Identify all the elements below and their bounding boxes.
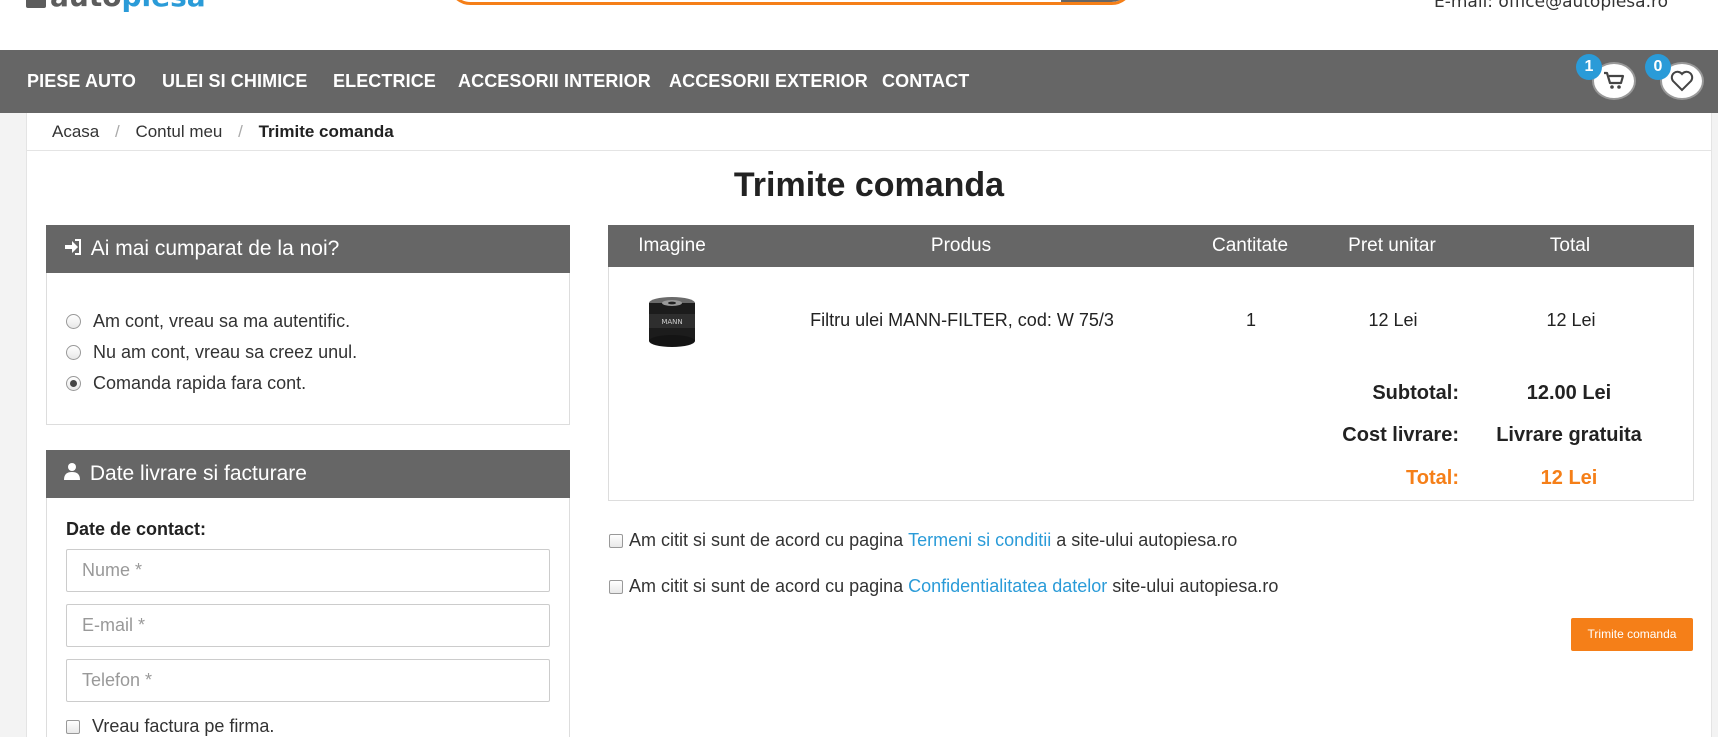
- terms-agreement: Am citit si sunt de acord cu pagina Term…: [609, 530, 1237, 551]
- privacy-text-suffix: site-ului autopiesa.ro: [1107, 576, 1279, 596]
- breadcrumb-separator: /: [114, 122, 120, 141]
- breadcrumb-home[interactable]: Acasa: [52, 122, 99, 141]
- order-summary: Imagine Produs Cantitate Pret unitar Tot…: [608, 225, 1694, 501]
- breadcrumb-account[interactable]: Contul meu: [135, 122, 222, 141]
- logo-text-piesa: piesa: [121, 0, 205, 11]
- nav-item-contact[interactable]: CONTACT: [882, 50, 969, 113]
- company-invoice-checkbox[interactable]: [66, 719, 80, 734]
- delivery-panel-title: Date livrare si facturare: [89, 462, 307, 485]
- radio-option-guest[interactable]: Comanda rapida fara cont.: [47, 368, 569, 399]
- site-logo[interactable]: autopiesa: [26, 0, 206, 11]
- product-total: 12 Lei: [1546, 310, 1596, 330]
- order-table-header: Imagine Produs Cantitate Pret unitar Tot…: [608, 225, 1694, 267]
- column-header-unit-price: Pret unitar: [1348, 235, 1436, 256]
- search-button[interactable]: [1061, 0, 1131, 2]
- product-image[interactable]: MANN: [646, 294, 698, 352]
- cart-count-badge: 1: [1576, 54, 1602, 80]
- search-bar[interactable]: [448, 0, 1134, 5]
- terms-text-suffix: a site-ului autopiesa.ro: [1051, 530, 1238, 550]
- logo-text-auto: auto: [50, 0, 121, 11]
- nav-item-accesorii-interior[interactable]: ACCESORII INTERIOR: [458, 50, 651, 113]
- privacy-checkbox[interactable]: [609, 579, 623, 594]
- login-panel-title: Ai mai cumparat de la noi?: [90, 237, 340, 260]
- privacy-text-prefix: Am citit si sunt de acord cu pagina: [629, 576, 909, 596]
- product-quantity: 1: [1245, 310, 1256, 330]
- nav-item-accesorii-exterior[interactable]: ACCESORII EXTERIOR: [669, 50, 868, 113]
- radio-guest[interactable]: [66, 376, 81, 391]
- column-header-image: Imagine: [638, 235, 706, 256]
- nav-item-piese-auto[interactable]: PIESE AUTO: [27, 50, 136, 113]
- cart-icon: [1604, 71, 1625, 89]
- total-label: Total:: [1406, 467, 1459, 489]
- breadcrumb-current: Trimite comanda: [258, 122, 394, 141]
- user-icon: [64, 450, 80, 498]
- column-header-total: Total: [1549, 235, 1591, 256]
- nav-item-electrice[interactable]: ELECTRICE: [333, 50, 436, 113]
- subtotal-value: 12.00 Lei: [1526, 382, 1612, 404]
- terms-checkbox[interactable]: [609, 533, 623, 548]
- login-panel: Ai mai cumparat de la noi? Am cont, vrea…: [46, 225, 570, 425]
- privacy-agreement: Am citit si sunt de acord cu pagina Conf…: [609, 576, 1278, 597]
- product-name[interactable]: Filtru ulei MANN-FILTER, cod: W 75/3: [737, 310, 1187, 331]
- contact-section-label: Date de contact:: [66, 519, 207, 539]
- header-email[interactable]: E-mail: office@autopiesa.ro: [1434, 0, 1668, 12]
- wishlist-count-badge: 0: [1645, 54, 1671, 80]
- login-panel-header: Ai mai cumparat de la noi?: [46, 225, 570, 273]
- shipping-label: Cost livrare:: [1342, 424, 1459, 446]
- radio-option-login[interactable]: Am cont, vreau sa ma autentific.: [47, 306, 569, 337]
- subtotal-label: Subtotal:: [1372, 382, 1459, 404]
- shipping-value: Livrare gratuita: [1496, 424, 1642, 446]
- column-header-product: Produs: [930, 235, 992, 256]
- breadcrumb-separator: /: [238, 122, 243, 141]
- page-title: Trimite comanda: [733, 166, 1005, 204]
- site-header: autopiesa E-mail: office@autopiesa.ro: [0, 0, 1718, 50]
- logo-mark-icon: [26, 0, 46, 8]
- delivery-panel-header: Date livrare si facturare: [46, 450, 570, 498]
- radio-label: Comanda rapida fara cont.: [93, 373, 307, 393]
- total-value: 12 Lei: [1540, 467, 1598, 489]
- svg-text:MANN: MANN: [661, 318, 682, 326]
- submit-order-button[interactable]: Trimite comanda: [1571, 618, 1693, 651]
- privacy-link[interactable]: Confidentialitatea datelor: [908, 576, 1107, 597]
- heart-icon: [1670, 70, 1694, 92]
- sign-in-icon: [64, 225, 82, 273]
- product-unit-price: 12 Lei: [1368, 310, 1418, 330]
- company-invoice-option[interactable]: Vreau factura pe firma.: [66, 716, 569, 737]
- name-field[interactable]: [66, 549, 550, 592]
- radio-register[interactable]: [66, 345, 81, 360]
- radio-option-register[interactable]: Nu am cont, vreau sa creez unul.: [47, 337, 569, 368]
- terms-text-prefix: Am citit si sunt de acord cu pagina: [629, 530, 909, 550]
- company-invoice-label: Vreau factura pe firma.: [92, 716, 275, 736]
- radio-label: Nu am cont, vreau sa creez unul.: [93, 342, 358, 362]
- radio-login[interactable]: [66, 314, 81, 329]
- column-header-quantity: Cantitate: [1211, 235, 1289, 256]
- breadcrumb: Acasa / Contul meu / Trimite comanda: [26, 113, 1712, 151]
- email-field[interactable]: [66, 604, 550, 647]
- main-nav: PIESE AUTO ULEI SI CHIMICE ELECTRICE ACC…: [0, 50, 1718, 113]
- radio-label: Am cont, vreau sa ma autentific.: [93, 311, 351, 331]
- terms-link[interactable]: Termeni si conditii: [908, 530, 1051, 551]
- delivery-panel: Date livrare si facturare Date de contac…: [46, 450, 570, 737]
- nav-item-ulei-si-chimice[interactable]: ULEI SI CHIMICE: [162, 50, 308, 113]
- phone-field[interactable]: [66, 659, 550, 702]
